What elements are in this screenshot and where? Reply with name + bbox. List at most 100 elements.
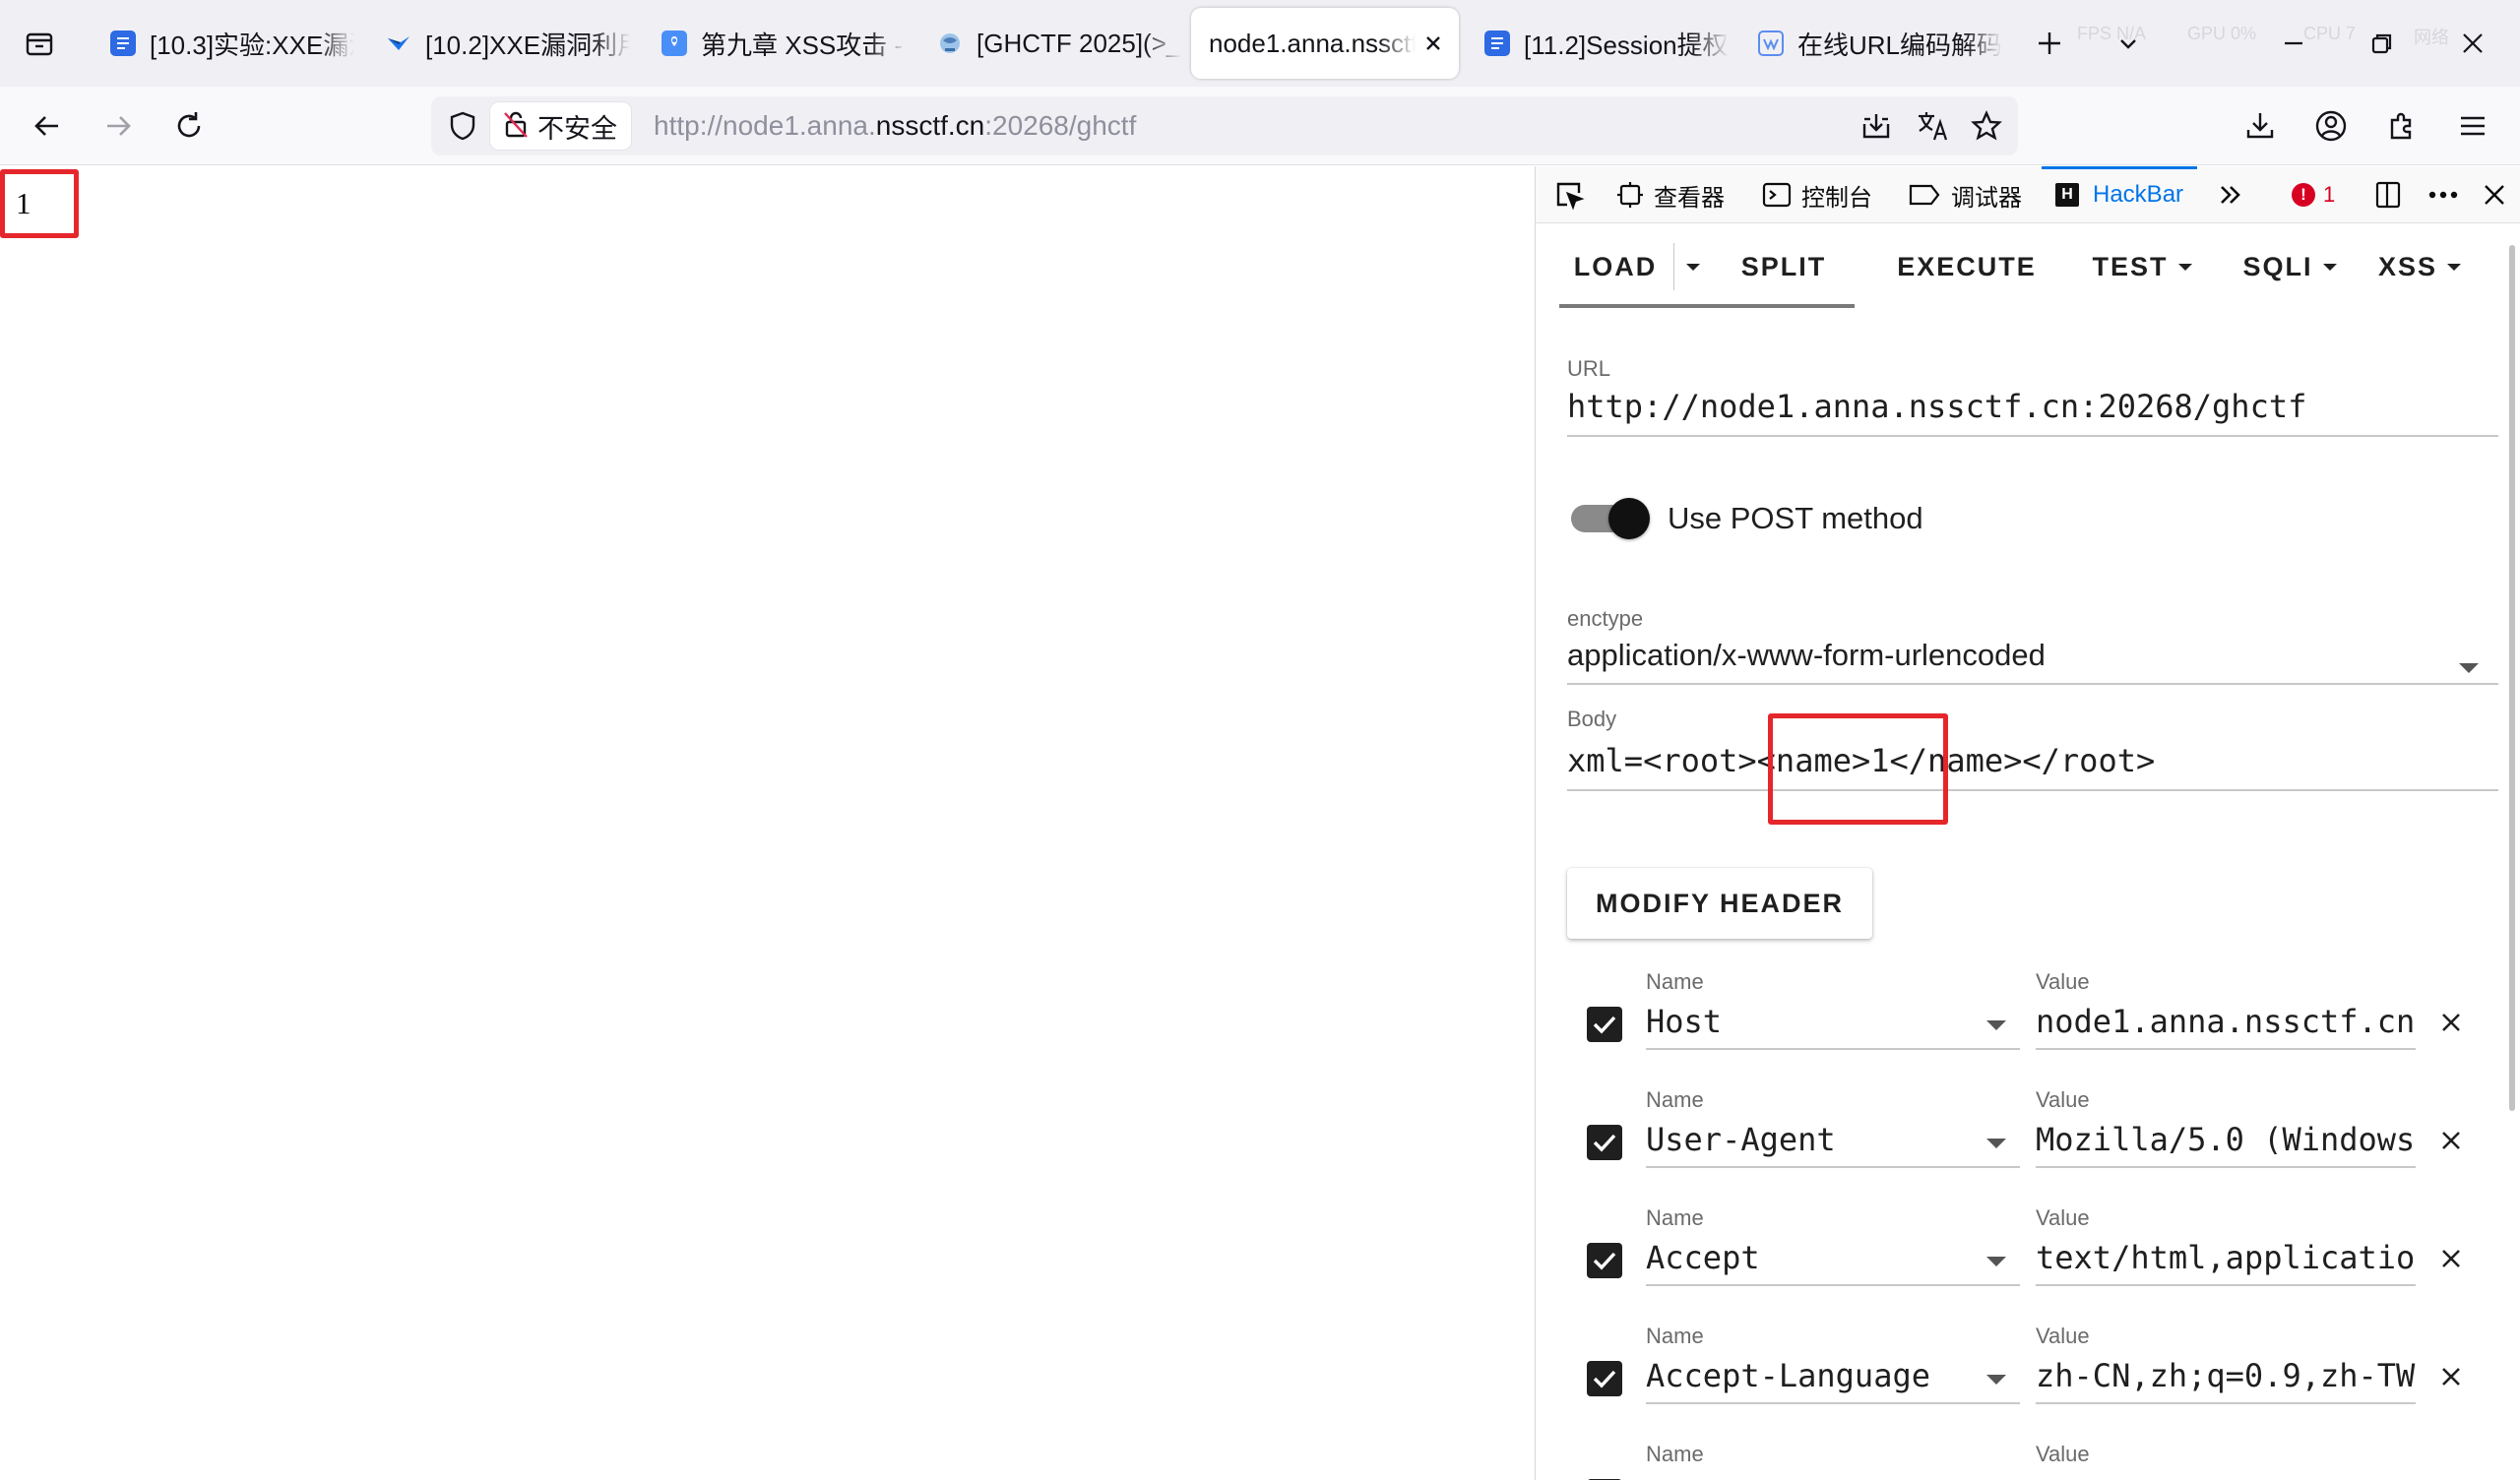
test-menu-label: TEST xyxy=(2092,251,2169,281)
header-name-select[interactable]: Host xyxy=(1646,1003,2020,1050)
remove-header-icon[interactable] xyxy=(2431,1003,2471,1042)
devtools-scrollbar[interactable] xyxy=(2509,245,2515,1111)
forward-icon[interactable] xyxy=(91,98,146,154)
split-button[interactable]: SPLIT xyxy=(1715,223,1853,310)
load-button[interactable]: LOAD xyxy=(1559,223,1671,310)
new-tab-icon[interactable] xyxy=(2026,20,2073,67)
header-name-field: Name User-Agent xyxy=(1646,1087,2020,1168)
tab-title: [10.3]实验:XXE漏洞 xyxy=(150,30,354,60)
remove-header-icon[interactable] xyxy=(2431,1357,2471,1396)
address-bar[interactable]: 不安全 http://node1.anna.nssctf.cn:20268/gh… xyxy=(431,96,2018,155)
url-text[interactable]: http://node1.anna.nssctf.cn:20268/ghctf xyxy=(654,96,1136,155)
header-name-select[interactable]: Accept-Language xyxy=(1646,1357,2020,1404)
xss-menu-button[interactable]: XSS xyxy=(2378,223,2487,310)
error-icon: ! xyxy=(2292,183,2315,207)
test-menu-button[interactable]: TEST xyxy=(2083,223,2201,310)
body-input[interactable]: xml=<root><name>1</name></root> xyxy=(1567,742,2498,791)
header-name-label: Name xyxy=(1646,1205,1704,1230)
minimize-icon[interactable] xyxy=(2266,20,2321,67)
post-method-toggle[interactable]: Use POST method xyxy=(1571,498,1923,539)
element-picker-icon[interactable] xyxy=(1549,175,1589,215)
header-name-label: Name xyxy=(1646,969,1704,994)
toggle-switch[interactable] xyxy=(1571,498,1650,539)
toggle-knob xyxy=(1608,498,1650,539)
menu-icon[interactable] xyxy=(2445,98,2500,154)
dock-side-icon[interactable] xyxy=(2368,175,2408,215)
modify-header-button[interactable]: MODIFY HEADER xyxy=(1567,868,1872,939)
close-window-icon[interactable] xyxy=(2445,20,2500,67)
caret-down-icon[interactable] xyxy=(1986,1257,2006,1266)
error-count-badge[interactable]: ! 1 xyxy=(2292,175,2351,215)
bookmark-star-icon[interactable] xyxy=(1967,106,2006,146)
tab-session-priv[interactable]: [11.2]Session提权 xyxy=(1471,8,1729,79)
remove-header-icon[interactable] xyxy=(2431,1239,2471,1278)
hackbar-logo-icon: H xyxy=(2055,183,2079,207)
header-name-select[interactable]: Accept xyxy=(1646,1239,2020,1286)
header-row: Name Host Value node1.anna.nssctf.cn xyxy=(1536,969,2520,1087)
enctype-value[interactable]: application/x-www-form-urlencoded xyxy=(1567,638,2498,685)
more-options-icon[interactable] xyxy=(2424,175,2463,215)
header-value-input[interactable]: text/html,applicatio xyxy=(2036,1239,2416,1286)
close-tab-icon[interactable] xyxy=(1419,30,1447,57)
document-icon xyxy=(1484,31,1510,56)
header-enabled-checkbox[interactable] xyxy=(1587,1007,1622,1042)
body-field-label: Body xyxy=(1567,707,1617,731)
tab-current-node1[interactable]: node1.anna.nssctf xyxy=(1191,8,1459,79)
book-icon xyxy=(662,31,687,56)
translate-icon[interactable] xyxy=(1914,106,1953,146)
more-tabs-chevron-icon[interactable] xyxy=(2211,175,2250,215)
output-highlight-box xyxy=(0,169,79,238)
chevron-down-icon[interactable] xyxy=(2459,663,2479,673)
close-devtools-icon[interactable] xyxy=(2475,175,2514,215)
tab-hackbar-label: HackBar xyxy=(2093,181,2184,208)
header-name-value: Accept xyxy=(1646,1239,1760,1276)
reload-icon[interactable] xyxy=(161,98,217,154)
execute-button[interactable]: EXECUTE xyxy=(1880,223,2053,310)
insecure-connection-badge[interactable]: 不安全 xyxy=(490,102,631,150)
tab-xss-chapter[interactable]: 第九章 XSS攻击 - xyxy=(648,8,906,79)
header-name-select[interactable]: User-Agent xyxy=(1646,1121,2020,1168)
restore-icon[interactable] xyxy=(2355,20,2410,67)
account-icon[interactable] xyxy=(2303,98,2359,154)
extensions-icon[interactable] xyxy=(2374,98,2429,154)
header-value-input[interactable]: node1.anna.nssctf.cn xyxy=(2036,1003,2416,1050)
header-value-input[interactable]: zh-CN,zh;q=0.9,zh-TW xyxy=(2036,1357,2416,1404)
caret-down-icon[interactable] xyxy=(1986,1139,2006,1148)
header-name-label: Name xyxy=(1646,1087,1704,1112)
sqli-menu-button[interactable]: SQLI xyxy=(2231,223,2349,310)
tab-overview-icon[interactable] xyxy=(16,20,63,67)
post-method-label: Use POST method xyxy=(1668,501,1923,535)
header-enabled-checkbox[interactable] xyxy=(1587,1243,1622,1278)
console-icon xyxy=(1762,182,1792,208)
header-name-label: Name xyxy=(1646,1324,1704,1348)
load-dropdown-button[interactable] xyxy=(1673,223,1713,310)
shield-icon[interactable] xyxy=(443,106,482,146)
page-content: 1 xyxy=(0,166,1535,1480)
tab-xxe-exploit[interactable]: [10.2]XXE漏洞利用 xyxy=(372,8,630,79)
save-page-icon[interactable] xyxy=(1857,106,1896,146)
header-enabled-checkbox[interactable] xyxy=(1587,1125,1622,1160)
caret-down-icon[interactable] xyxy=(1986,1375,2006,1385)
gpu-indicator: GPU 0% xyxy=(2187,24,2257,43)
header-value-field: Value xyxy=(2036,1442,2416,1467)
tab-xxe-experiment[interactable]: [10.3]实验:XXE漏洞 xyxy=(96,8,354,79)
list-tabs-icon[interactable] xyxy=(2105,20,2152,67)
remove-header-icon[interactable] xyxy=(2431,1121,2471,1160)
url-input[interactable]: http://node1.anna.nssctf.cn:20268/ghctf xyxy=(1567,388,2498,437)
tab-ghctf[interactable]: [GHCTF 2025](>_ xyxy=(923,8,1181,79)
tab-inspector[interactable]: 查看器 xyxy=(1616,166,1725,223)
tab-debugger[interactable]: 调试器 xyxy=(1908,166,2022,223)
header-value-field: Value zh-CN,zh;q=0.9,zh-TW xyxy=(2036,1324,2416,1404)
tab-console[interactable]: 控制台 xyxy=(1762,166,1872,223)
enctype-select[interactable]: enctype application/x-www-form-urlencode… xyxy=(1567,606,2498,685)
back-icon[interactable] xyxy=(20,98,75,154)
hackbar-menu: LOAD SPLIT EXECUTE TEST SQLI XSS xyxy=(1536,223,2520,310)
tab-hackbar[interactable]: H HackBar xyxy=(2041,166,2198,223)
tab-url-encoder[interactable]: 在线URL编码解码 xyxy=(1744,8,2002,79)
caret-down-icon[interactable] xyxy=(1986,1020,2006,1030)
header-name-value: Host xyxy=(1646,1003,1723,1040)
downloads-icon[interactable] xyxy=(2233,98,2288,154)
header-value-input[interactable]: Mozilla/5.0 (Windows xyxy=(2036,1121,2416,1168)
header-enabled-checkbox[interactable] xyxy=(1587,1361,1622,1396)
caret-down-icon xyxy=(2322,263,2337,271)
